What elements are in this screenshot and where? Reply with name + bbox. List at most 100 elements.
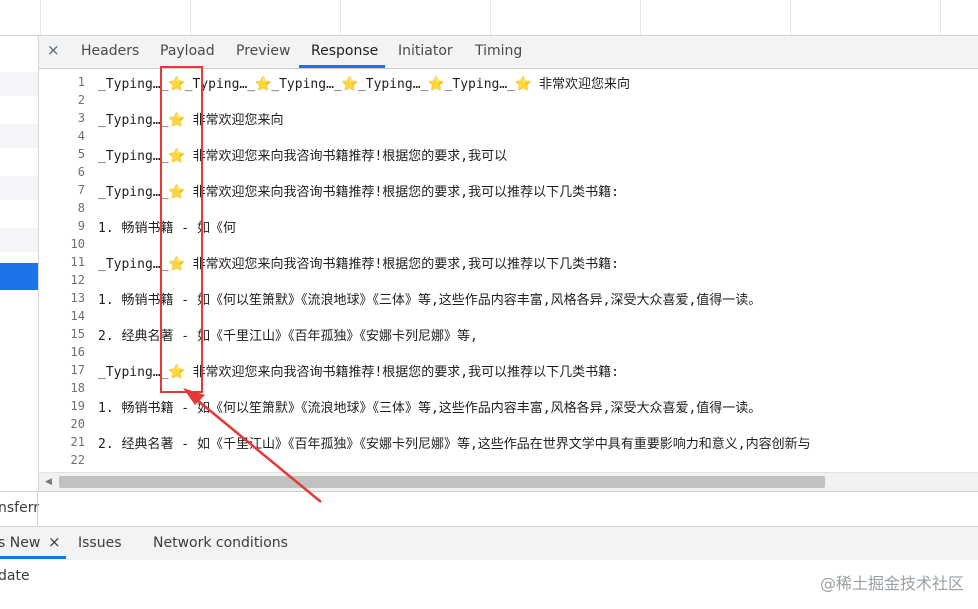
grid-divider bbox=[190, 0, 191, 35]
line-text: _Typing…_ bbox=[98, 149, 169, 164]
line-text: _Typing…_ bbox=[98, 185, 169, 200]
line-text: 1. 畅销书籍 - 如《何以笙箫默》《流浪地球》《三体》等,这些作品内容丰富,风… bbox=[98, 293, 762, 308]
star-icon: ⭐ bbox=[168, 77, 185, 92]
line-text: 非常欢迎您来向我咨询书籍推荐!根据您的要求,我可以推荐以下几类书籍: bbox=[184, 185, 619, 200]
tab-response[interactable]: Response bbox=[311, 43, 378, 59]
grid-divider bbox=[640, 0, 641, 35]
line-number: 15 bbox=[70, 327, 85, 341]
star-icon: ⭐ bbox=[168, 113, 185, 128]
tab-issues[interactable]: Issues bbox=[78, 535, 122, 551]
star-icon: ⭐ bbox=[168, 185, 185, 200]
response-line: _Typing…_⭐ 非常欢迎您来向我咨询书籍推荐!根据您的要求,我可以推荐以下… bbox=[98, 181, 619, 200]
request-row[interactable] bbox=[0, 72, 38, 96]
request-row[interactable] bbox=[0, 176, 38, 200]
star-icon: ⭐ bbox=[341, 77, 358, 92]
line-text: _Typing…_ bbox=[98, 113, 169, 128]
star-icon: ⭐ bbox=[515, 77, 532, 92]
grid-divider bbox=[790, 0, 791, 35]
active-tab-indicator bbox=[299, 65, 385, 68]
star-icon: ⭐ bbox=[168, 257, 185, 272]
line-number: 4 bbox=[77, 129, 85, 143]
tab-headers[interactable]: Headers bbox=[81, 43, 139, 59]
tab-whats-new[interactable]: s New bbox=[0, 535, 40, 551]
line-number: 16 bbox=[70, 345, 85, 359]
scroll-left-arrow-icon[interactable]: ◀ bbox=[45, 477, 52, 487]
tab-preview[interactable]: Preview bbox=[236, 43, 291, 59]
line-text: _Typing…_ bbox=[98, 77, 169, 92]
star-icon: ⭐ bbox=[168, 365, 185, 380]
line-text: 非常欢迎您来向我咨询书籍推荐!根据您的要求,我可以推荐以下几类书籍: bbox=[184, 365, 619, 380]
close-icon[interactable]: × bbox=[48, 533, 61, 551]
active-tab-indicator bbox=[0, 556, 66, 559]
request-list[interactable] bbox=[0, 36, 39, 491]
line-number: 13 bbox=[70, 291, 85, 305]
line-text: 1. 畅销书籍 - 如《何以笙箫默》《流浪地球》《三体》等,这些作品内容丰富,风… bbox=[98, 401, 762, 416]
line-number: 9 bbox=[77, 219, 85, 233]
line-number: 2 bbox=[77, 93, 85, 107]
response-line: _Typing…_⭐ 非常欢迎您来向我咨询书籍推荐!根据您的要求,我可以 bbox=[98, 145, 507, 164]
star-icon: ⭐ bbox=[255, 77, 272, 92]
request-row[interactable] bbox=[0, 124, 38, 148]
horizontal-scrollbar[interactable]: ◀ bbox=[39, 472, 978, 491]
line-number: 14 bbox=[70, 309, 85, 323]
line-number: 18 bbox=[70, 381, 85, 395]
grid-divider bbox=[490, 0, 491, 35]
line-text: _Typing…_ bbox=[444, 77, 516, 92]
line-number: 5 bbox=[77, 147, 85, 161]
line-text: _Typing…_ bbox=[98, 365, 169, 380]
line-text: 非常欢迎您来向我咨询书籍推荐!根据您的要求,我可以推荐以下几类书籍: bbox=[184, 257, 619, 272]
line-number: 3 bbox=[77, 111, 85, 125]
close-icon[interactable]: × bbox=[47, 41, 60, 59]
line-text: _Typing…_ bbox=[184, 77, 256, 92]
network-grid-header bbox=[0, 0, 978, 36]
response-line: 2. 经典名著 - 如《千里江山》《百年孤独》《安娜卡列尼娜》等,这些作品在世界… bbox=[98, 433, 811, 452]
grid-divider bbox=[340, 0, 341, 35]
response-line: 1. 畅销书籍 - 如《何以笙箫默》《流浪地球》《三体》等,这些作品内容丰富,风… bbox=[98, 397, 761, 416]
line-number: 17 bbox=[70, 363, 85, 377]
line-number: 19 bbox=[70, 399, 85, 413]
drawer-text: date bbox=[0, 568, 30, 584]
response-body[interactable]: 1 _Typing…_⭐_Typing…_⭐_Typing…_⭐_Typing…_… bbox=[39, 69, 978, 471]
drawer-content: date @稀土掘金技术社区 bbox=[0, 560, 978, 609]
grid-divider bbox=[40, 0, 41, 35]
line-text: _Typing…_ bbox=[98, 257, 169, 272]
line-text: 非常欢迎您来向 bbox=[531, 77, 631, 92]
devtools-tab-bar: × Headers Payload Preview Response Initi… bbox=[39, 36, 978, 69]
line-text: 2. 经典名著 - 如《千里江山》《百年孤独》《安娜卡列尼娜》等, bbox=[98, 329, 478, 344]
tab-timing[interactable]: Timing bbox=[475, 43, 522, 59]
drawer-tab-bar: s New × Issues Network conditions bbox=[0, 526, 978, 561]
response-line: _Typing…_⭐ 非常欢迎您来向我咨询书籍推荐!根据您的要求,我可以推荐以下… bbox=[98, 253, 619, 272]
watermark: @稀土掘金技术社区 bbox=[819, 574, 964, 593]
line-text: _Typing…_ bbox=[271, 77, 342, 92]
line-number: 11 bbox=[70, 255, 85, 269]
status-divider bbox=[37, 492, 38, 526]
line-text: 2. 经典名著 - 如《千里江山》《百年孤独》《安娜卡列尼娜》等,这些作品在世界… bbox=[98, 437, 811, 452]
line-text: 非常欢迎您来向我咨询书籍推荐!根据您的要求,我可以 bbox=[184, 149, 508, 164]
scrollbar-thumb[interactable] bbox=[59, 476, 825, 488]
star-icon: ⭐ bbox=[168, 149, 185, 164]
request-row[interactable] bbox=[0, 228, 38, 252]
response-line: 2. 经典名著 - 如《千里江山》《百年孤独》《安娜卡列尼娜》等, bbox=[98, 325, 478, 344]
line-number: 20 bbox=[70, 417, 85, 431]
line-number: 1 bbox=[77, 75, 85, 89]
line-text: 1. 畅销书籍 - 如《何 bbox=[98, 221, 236, 236]
response-line: _Typing…_⭐ 非常欢迎您来向 bbox=[98, 109, 283, 128]
line-number: 8 bbox=[77, 201, 85, 215]
response-line: _Typing…_⭐ 非常欢迎您来向我咨询书籍推荐!根据您的要求,我可以推荐以下… bbox=[98, 361, 619, 380]
line-number: 10 bbox=[70, 237, 85, 251]
line-number: 22 bbox=[70, 453, 85, 467]
line-number: 21 bbox=[70, 435, 85, 449]
line-text: _Typing…_ bbox=[357, 77, 429, 92]
line-number: 7 bbox=[77, 183, 85, 197]
line-number: 12 bbox=[70, 273, 85, 287]
response-line: 1. 畅销书籍 - 如《何 bbox=[98, 217, 236, 236]
response-line: _Typing…_⭐_Typing…_⭐_Typing…_⭐_Typing…_⭐… bbox=[98, 73, 630, 92]
tab-payload[interactable]: Payload bbox=[160, 43, 215, 59]
tab-network-conditions[interactable]: Network conditions bbox=[153, 535, 288, 551]
response-line: 1. 畅销书籍 - 如《何以笙箫默》《流浪地球》《三体》等,这些作品内容丰富,风… bbox=[98, 289, 761, 308]
star-icon: ⭐ bbox=[428, 77, 445, 92]
status-transferred-text: nsferr bbox=[0, 500, 39, 516]
tab-initiator[interactable]: Initiator bbox=[398, 43, 453, 59]
request-row-selected[interactable] bbox=[0, 263, 38, 290]
status-bar: nsferr bbox=[0, 491, 978, 526]
